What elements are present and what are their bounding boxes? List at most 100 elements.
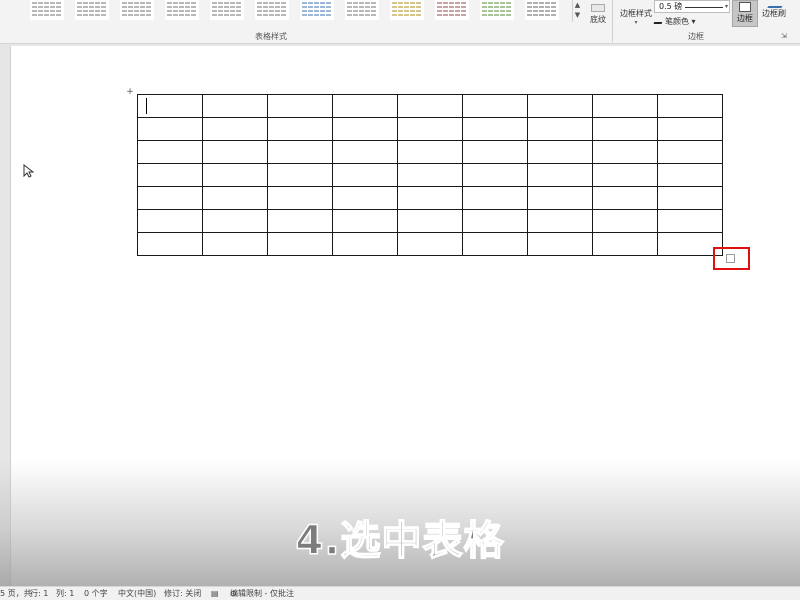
table-cell[interactable] <box>462 163 528 187</box>
table-cell[interactable] <box>462 140 528 164</box>
table-style-thumbnail[interactable] <box>210 0 244 20</box>
pen-weight-value: 0.5 磅 <box>659 2 683 11</box>
table-cell[interactable] <box>137 140 203 164</box>
table-cell[interactable] <box>202 117 268 141</box>
table-cell[interactable] <box>397 117 463 141</box>
thumbnail-row <box>302 6 332 8</box>
status-track-changes[interactable]: 修订: 关闭 <box>164 587 201 600</box>
table-cell[interactable] <box>202 94 268 118</box>
table-cell[interactable] <box>137 209 203 233</box>
macro-record-icon[interactable]: ▤ <box>211 587 219 600</box>
gallery-scroll-down-icon[interactable]: ▼ <box>573 10 582 20</box>
table-cell[interactable] <box>202 232 268 256</box>
table-cell[interactable] <box>267 140 333 164</box>
table-style-thumbnail[interactable] <box>165 0 199 20</box>
table-cell[interactable] <box>267 117 333 141</box>
table-cell[interactable] <box>267 94 333 118</box>
table-cell[interactable] <box>397 209 463 233</box>
table-cell[interactable] <box>527 232 593 256</box>
table-cell[interactable] <box>202 163 268 187</box>
status-word-count[interactable]: 0 个字 <box>84 587 108 600</box>
table-move-handle-icon[interactable]: + <box>125 88 135 98</box>
border-styles-button[interactable]: 边框样式 ▾ <box>620 8 652 26</box>
table-style-thumbnail[interactable] <box>255 0 289 20</box>
table-cell[interactable] <box>592 140 658 164</box>
table-cell[interactable] <box>332 94 398 118</box>
table-cell[interactable] <box>267 163 333 187</box>
table-cell[interactable] <box>592 117 658 141</box>
table-cell[interactable] <box>332 117 398 141</box>
thumbnail-row <box>122 14 152 16</box>
table-cell[interactable] <box>657 117 723 141</box>
table-style-thumbnail[interactable] <box>300 0 334 20</box>
table-cell[interactable] <box>592 163 658 187</box>
table-cell[interactable] <box>332 209 398 233</box>
table-cell[interactable] <box>137 186 203 210</box>
table-cell[interactable] <box>202 140 268 164</box>
table-style-thumbnail[interactable] <box>75 0 109 20</box>
table-cell[interactable] <box>657 163 723 187</box>
table-cell[interactable] <box>657 140 723 164</box>
table-cell[interactable] <box>592 209 658 233</box>
thumbnail-row <box>302 10 332 12</box>
table-cell[interactable] <box>137 94 203 118</box>
table-cell[interactable] <box>267 186 333 210</box>
table-cell[interactable] <box>332 140 398 164</box>
table-cell[interactable] <box>592 94 658 118</box>
table-cell[interactable] <box>137 163 203 187</box>
table-cell[interactable] <box>462 186 528 210</box>
status-line: 行: 1 <box>30 589 49 598</box>
table-cell[interactable] <box>397 232 463 256</box>
table-cell[interactable] <box>137 117 203 141</box>
table-cell[interactable] <box>592 186 658 210</box>
table-cell[interactable] <box>397 186 463 210</box>
table-cell[interactable] <box>462 209 528 233</box>
table-style-thumbnail[interactable] <box>435 0 469 20</box>
table-cell[interactable] <box>527 117 593 141</box>
table-cell[interactable] <box>527 186 593 210</box>
table-style-thumbnail[interactable] <box>345 0 379 20</box>
table-cell[interactable] <box>397 94 463 118</box>
table-cell[interactable] <box>332 186 398 210</box>
table-cell[interactable] <box>202 209 268 233</box>
table-cell[interactable] <box>397 163 463 187</box>
table-cell[interactable] <box>462 94 528 118</box>
table-style-thumbnail[interactable] <box>120 0 154 20</box>
table-cell[interactable] <box>137 232 203 256</box>
table-cell[interactable] <box>202 186 268 210</box>
pen-color-button[interactable]: 笔颜色 ▾ <box>653 16 696 27</box>
table-cell[interactable] <box>527 140 593 164</box>
shading-button[interactable]: 底纹 <box>585 4 611 38</box>
table-cell[interactable] <box>267 209 333 233</box>
table-style-thumbnail[interactable] <box>30 0 64 20</box>
table-style-thumbnail[interactable] <box>390 0 424 20</box>
border-painter-button[interactable]: 边框刷 <box>762 0 787 19</box>
thumbnail-row <box>167 10 197 12</box>
table-cell[interactable] <box>462 232 528 256</box>
gallery-scroll-up-icon[interactable]: ▲ <box>573 0 582 10</box>
table-cell[interactable] <box>657 94 723 118</box>
table-cell[interactable] <box>527 94 593 118</box>
table-cell[interactable] <box>592 232 658 256</box>
table-styles-gallery[interactable] <box>30 0 575 22</box>
thumbnail-row <box>392 2 422 4</box>
table-cell[interactable] <box>267 232 333 256</box>
borders-button[interactable]: 边框 <box>732 0 758 27</box>
table-cell[interactable] <box>657 209 723 233</box>
table-cell[interactable] <box>527 209 593 233</box>
status-edit-mode-label: 编辑限制 - 仅批注 <box>230 589 294 598</box>
table-style-thumbnail[interactable] <box>480 0 514 20</box>
table-cell[interactable] <box>527 163 593 187</box>
gallery-scroll[interactable]: ▲ ▼ <box>572 0 582 22</box>
table-cell[interactable] <box>332 163 398 187</box>
status-language[interactable]: 中文(中国) <box>118 587 156 600</box>
table-cell[interactable] <box>657 186 723 210</box>
dialog-launcher-icon[interactable]: ⇲ <box>781 32 787 40</box>
table-cell[interactable] <box>462 117 528 141</box>
table-cell[interactable] <box>397 140 463 164</box>
document-table[interactable] <box>137 94 723 256</box>
pen-weight-select[interactable]: 0.5 磅 ▾ <box>654 0 730 13</box>
table-cell[interactable] <box>332 232 398 256</box>
status-page[interactable]: 5 页，共 <box>0 587 32 600</box>
table-style-thumbnail[interactable] <box>525 0 559 20</box>
